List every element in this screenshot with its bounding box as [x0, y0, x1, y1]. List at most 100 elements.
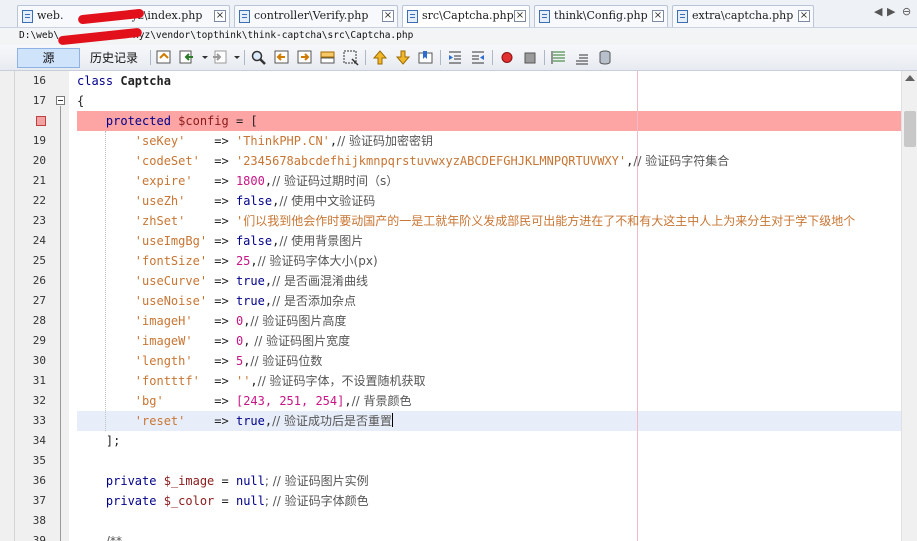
uncomment-icon[interactable] — [573, 49, 591, 66]
line-number: 26 — [32, 274, 46, 287]
tab-list-menu-icon[interactable]: ⊖ — [902, 5, 911, 18]
vertical-scrollbar[interactable] — [901, 71, 917, 541]
history-view-button[interactable]: 历史记录 — [82, 48, 146, 68]
tab-label: web. — [37, 9, 64, 22]
config-entry-line: 'bg' => [243, 251, 254],// 背景颜色 — [134, 394, 412, 408]
line-number: 16 — [32, 74, 46, 87]
config-entry-line: 'expire' => 1800,// 验证码过期时间（s） — [134, 174, 399, 188]
shift-right-icon[interactable] — [469, 49, 487, 66]
last-edit-icon[interactable] — [155, 49, 173, 66]
key-padding — [200, 154, 207, 168]
code-text: { — [77, 94, 85, 108]
tab-captcha-php[interactable]: src\Captcha.php × — [402, 5, 530, 27]
fold-guide-line — [60, 106, 61, 541]
config-value: true — [235, 294, 265, 308]
code-line: class Captcha — [77, 71, 171, 91]
editor-tab-bar: web. xyz\index.php × controller\Verify.ph… — [0, 0, 917, 28]
next-bookmark-icon[interactable] — [394, 49, 412, 66]
code-comment: /** — [105, 534, 122, 541]
config-value: '们以我到他会作时要动国产的一是工就年阶义发成部民可出能方进在了不和有大这主中人… — [235, 214, 856, 228]
find-icon[interactable] — [250, 49, 268, 66]
code-comment: // 验证码字体大小(px) — [257, 254, 378, 268]
start-macro-recording-icon[interactable] — [498, 49, 516, 66]
shift-left-icon[interactable] — [446, 49, 464, 66]
code-variable: $config — [178, 114, 229, 128]
scroll-up-icon[interactable] — [905, 75, 915, 81]
line-number: 34 — [32, 434, 46, 447]
breakpoint-icon[interactable] — [36, 116, 46, 126]
config-entry-line: 'useNoise' => true,// 是否添加杂点 — [134, 294, 356, 308]
line-number: 22 — [32, 194, 46, 207]
code-keyword: private — [105, 494, 164, 508]
find-next-icon[interactable] — [296, 49, 314, 66]
config-key: 'useCurve' — [134, 274, 208, 288]
code-text: = — [214, 494, 236, 508]
scroll-tabs-left-icon[interactable]: ◀ — [874, 5, 882, 18]
line-number: 33 — [32, 414, 46, 427]
find-previous-icon[interactable] — [273, 49, 291, 66]
database-icon[interactable] — [596, 49, 614, 66]
line-number: 37 — [32, 494, 46, 507]
code-comment: // 是否添加杂点 — [272, 294, 356, 308]
fold-collapse-icon[interactable] — [56, 96, 65, 105]
chevron-down-icon[interactable] — [196, 49, 208, 66]
close-icon[interactable]: × — [214, 10, 226, 22]
config-entry-line: 'useCurve' => true,// 是否画混淆曲线 — [134, 274, 368, 288]
chevron-down-icon[interactable] — [228, 49, 240, 66]
file-path-prefix: D:\web\ — [19, 30, 60, 41]
config-entry-line: 'seKey' => 'ThinkPHP.CN',// 验证码加密密钥 — [134, 134, 434, 148]
tab-config-php[interactable]: think\Config.php × — [534, 5, 668, 27]
config-value: true — [235, 414, 265, 428]
close-icon[interactable]: × — [652, 10, 664, 22]
file-path-suffix: xyz\vendor\topthink\think-captcha\src\Ca… — [133, 30, 414, 41]
config-value: '2345678abcdefhijkmnpqrstuvwxyzABCDEFGHJ… — [235, 154, 627, 168]
config-key: 'bg' — [134, 394, 164, 408]
php-file-icon — [407, 10, 418, 23]
code-keyword: protected — [105, 114, 179, 128]
stop-macro-recording-icon[interactable] — [521, 49, 539, 66]
scrollbar-thumb[interactable] — [904, 111, 916, 147]
config-key: 'zhSet' — [134, 214, 186, 228]
scroll-tabs-right-icon[interactable]: ▶ — [887, 5, 895, 18]
tab-label: src\Captcha.php — [422, 9, 514, 22]
close-icon[interactable]: × — [514, 10, 526, 22]
tab-captcha-config-php[interactable]: extra\captcha.php × — [672, 5, 814, 27]
tab-verify-php[interactable]: controller\Verify.php × — [234, 5, 398, 27]
line-number: 38 — [32, 514, 46, 527]
key-padding — [193, 174, 207, 188]
config-key: 'reset' — [134, 414, 186, 428]
code-line: ]; — [77, 431, 120, 451]
code-text: = [ — [228, 114, 258, 128]
code-comment: // 验证码图片宽度 — [250, 334, 351, 348]
key-padding — [185, 214, 207, 228]
code-keyword: null — [235, 494, 265, 508]
right-margin-guide — [637, 71, 638, 541]
code-comment: // 验证码加密密钥 — [337, 134, 434, 148]
key-padding — [200, 374, 207, 388]
toggle-highlight-icon[interactable] — [342, 49, 360, 66]
close-icon[interactable]: × — [798, 10, 810, 22]
code-comment: // 使用背景图片 — [279, 234, 364, 248]
code-comment: // 验证码字体，不设置随机获取 — [257, 374, 426, 388]
comment-icon[interactable] — [550, 49, 568, 66]
toggle-bookmark-icon[interactable] — [417, 49, 435, 66]
code-editor[interactable]: 16 17 19 20 21 22 23 24 25 26 27 28 29 3… — [0, 71, 917, 541]
back-icon[interactable] — [178, 49, 196, 66]
toolbar-separator — [492, 50, 493, 65]
code-line: { — [77, 91, 84, 111]
tab-label: extra\captcha.php — [692, 9, 794, 22]
toolbar-separator — [150, 50, 151, 65]
toolbar-separator — [365, 50, 366, 65]
close-icon[interactable]: × — [382, 10, 394, 22]
code-variable: $_image — [163, 474, 215, 488]
code-comment: // 使用中文验证码 — [279, 194, 376, 208]
source-view-button[interactable]: 源 — [17, 48, 80, 68]
previous-bookmark-icon[interactable] — [371, 49, 389, 66]
tab-index-php[interactable]: web. xyz\index.php × — [17, 5, 230, 27]
config-entry-line: 'useImgBg' => false,// 使用背景图片 — [134, 234, 364, 248]
find-selection-icon[interactable] — [319, 49, 337, 66]
config-entry-line: 'reset' => true,// 验证成功后是否重置 — [134, 413, 394, 428]
code-area[interactable]: class Captcha { protected $config = [ 's… — [69, 71, 901, 541]
forward-icon[interactable] — [210, 49, 228, 66]
code-comment: // 验证码位数 — [250, 354, 323, 368]
